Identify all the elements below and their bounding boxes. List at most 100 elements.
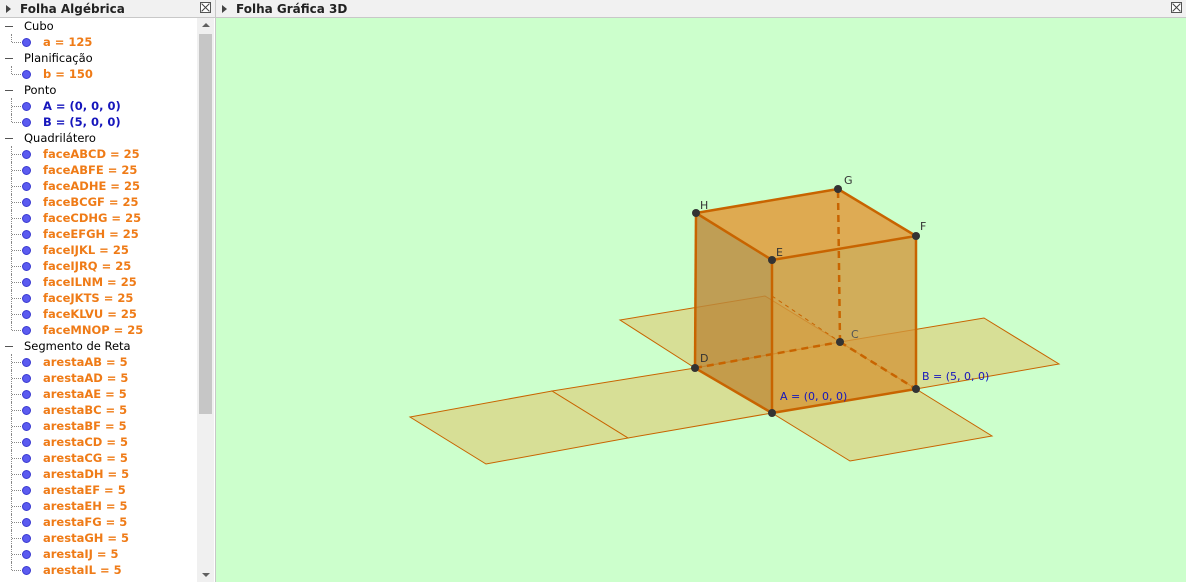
algebra-item-label[interactable]: arestaBC = 5 bbox=[43, 402, 127, 418]
point-D[interactable] bbox=[691, 364, 699, 372]
category-row[interactable]: Ponto bbox=[0, 82, 197, 98]
scrollbar-thumb[interactable] bbox=[199, 34, 212, 414]
visibility-toggle-icon[interactable] bbox=[22, 230, 31, 239]
algebra-item-label[interactable]: arestaAB = 5 bbox=[43, 354, 128, 370]
algebra-item[interactable]: arestaEH = 5 bbox=[0, 498, 197, 514]
algebra-item[interactable]: faceADHE = 25 bbox=[0, 178, 197, 194]
algebra-item[interactable]: faceABFE = 25 bbox=[0, 162, 197, 178]
visibility-toggle-icon[interactable] bbox=[22, 390, 31, 399]
point-C[interactable] bbox=[836, 338, 844, 346]
algebra-item[interactable]: faceCDHG = 25 bbox=[0, 210, 197, 226]
collapse-triangle-icon[interactable] bbox=[222, 4, 227, 13]
cube[interactable] bbox=[693, 187, 918, 415]
visibility-toggle-icon[interactable] bbox=[22, 310, 31, 319]
algebra-item-label[interactable]: b = 150 bbox=[43, 66, 93, 82]
algebra-item-label[interactable]: arestaAE = 5 bbox=[43, 386, 127, 402]
visibility-toggle-icon[interactable] bbox=[22, 358, 31, 367]
algebra-item-label[interactable]: faceBCGF = 25 bbox=[43, 194, 139, 210]
algebra-item[interactable]: arestaCG = 5 bbox=[0, 450, 197, 466]
visibility-toggle-icon[interactable] bbox=[22, 550, 31, 559]
visibility-toggle-icon[interactable] bbox=[22, 486, 31, 495]
algebra-item-label[interactable]: arestaEH = 5 bbox=[43, 498, 127, 514]
algebra-item-label[interactable]: faceEFGH = 25 bbox=[43, 226, 139, 242]
algebra-item[interactable]: faceBCGF = 25 bbox=[0, 194, 197, 210]
3d-view-canvas[interactable]: A = (0, 0, 0) B = (5, 0, 0) C D E F G H bbox=[216, 18, 1186, 582]
algebra-item[interactable]: arestaIJ = 5 bbox=[0, 546, 197, 562]
algebra-scrollbar[interactable] bbox=[197, 18, 214, 582]
graphics-titlebar[interactable]: Folha Gráfica 3D bbox=[216, 0, 1186, 18]
category-row[interactable]: Segmento de Reta bbox=[0, 338, 197, 354]
algebra-item[interactable]: B = (5, 0, 0) bbox=[0, 114, 197, 130]
algebra-item[interactable]: arestaCD = 5 bbox=[0, 434, 197, 450]
algebra-item[interactable]: faceJKTS = 25 bbox=[0, 290, 197, 306]
visibility-toggle-icon[interactable] bbox=[22, 278, 31, 287]
point-H[interactable] bbox=[692, 209, 700, 217]
algebra-item-label[interactable]: faceIJKL = 25 bbox=[43, 242, 129, 258]
visibility-toggle-icon[interactable] bbox=[22, 294, 31, 303]
visibility-toggle-icon[interactable] bbox=[22, 246, 31, 255]
algebra-item-label[interactable]: arestaFG = 5 bbox=[43, 514, 127, 530]
category-row[interactable]: Cubo bbox=[0, 18, 197, 34]
visibility-toggle-icon[interactable] bbox=[22, 214, 31, 223]
algebra-item-label[interactable]: arestaGH = 5 bbox=[43, 530, 129, 546]
algebra-titlebar[interactable]: Folha Algébrica bbox=[0, 0, 215, 18]
point-B[interactable] bbox=[912, 385, 920, 393]
visibility-toggle-icon[interactable] bbox=[22, 454, 31, 463]
algebra-item-label[interactable]: faceMNOP = 25 bbox=[43, 322, 143, 338]
algebra-item-label[interactable]: a = 125 bbox=[43, 34, 92, 50]
visibility-toggle-icon[interactable] bbox=[22, 326, 31, 335]
algebra-item-label[interactable]: arestaCD = 5 bbox=[43, 434, 128, 450]
algebra-item[interactable]: faceEFGH = 25 bbox=[0, 226, 197, 242]
edge-DH[interactable] bbox=[693, 212, 698, 369]
visibility-toggle-icon[interactable] bbox=[22, 566, 31, 575]
algebra-item-label[interactable]: arestaAD = 5 bbox=[43, 370, 128, 386]
algebra-item-label[interactable]: arestaCG = 5 bbox=[43, 450, 128, 466]
algebra-item-label[interactable]: faceKLVU = 25 bbox=[43, 306, 137, 322]
algebra-item[interactable]: a = 125 bbox=[0, 34, 197, 50]
collapse-minus-icon[interactable] bbox=[5, 346, 13, 347]
visibility-toggle-icon[interactable] bbox=[22, 102, 31, 111]
visibility-toggle-icon[interactable] bbox=[22, 374, 31, 383]
visibility-toggle-icon[interactable] bbox=[22, 198, 31, 207]
algebra-item[interactable]: arestaAE = 5 bbox=[0, 386, 197, 402]
algebra-item[interactable]: arestaIL = 5 bbox=[0, 562, 197, 578]
category-row[interactable]: Quadrilátero bbox=[0, 130, 197, 146]
visibility-toggle-icon[interactable] bbox=[22, 406, 31, 415]
algebra-item-label[interactable]: arestaEF = 5 bbox=[43, 482, 126, 498]
graphics-3d-panel[interactable]: Folha Gráfica 3D A = (0, 0, 0) B = (5, 0… bbox=[216, 0, 1186, 582]
scroll-up-arrow-icon[interactable] bbox=[202, 23, 210, 27]
algebra-item[interactable]: faceIJKL = 25 bbox=[0, 242, 197, 258]
algebra-item-label[interactable]: B = (5, 0, 0) bbox=[43, 114, 121, 130]
collapse-minus-icon[interactable] bbox=[5, 90, 13, 91]
visibility-toggle-icon[interactable] bbox=[22, 438, 31, 447]
point-G[interactable] bbox=[834, 185, 842, 193]
algebra-item-label[interactable]: faceABCD = 25 bbox=[43, 146, 140, 162]
algebra-item[interactable]: arestaDH = 5 bbox=[0, 466, 197, 482]
algebra-item[interactable]: arestaAD = 5 bbox=[0, 370, 197, 386]
visibility-toggle-icon[interactable] bbox=[22, 38, 31, 47]
visibility-toggle-icon[interactable] bbox=[22, 150, 31, 159]
algebra-item-label[interactable]: faceABFE = 25 bbox=[43, 162, 137, 178]
algebra-item[interactable]: A = (0, 0, 0) bbox=[0, 98, 197, 114]
visibility-toggle-icon[interactable] bbox=[22, 422, 31, 431]
algebra-item-label[interactable]: arestaIJ = 5 bbox=[43, 546, 119, 562]
algebra-item[interactable]: faceKLVU = 25 bbox=[0, 306, 197, 322]
algebra-item[interactable]: arestaGH = 5 bbox=[0, 530, 197, 546]
algebra-item[interactable]: b = 150 bbox=[0, 66, 197, 82]
visibility-toggle-icon[interactable] bbox=[22, 182, 31, 191]
algebra-item[interactable]: faceMNOP = 25 bbox=[0, 322, 197, 338]
visibility-toggle-icon[interactable] bbox=[22, 534, 31, 543]
scroll-down-arrow-icon[interactable] bbox=[202, 573, 210, 577]
point-E[interactable] bbox=[768, 256, 776, 264]
collapse-minus-icon[interactable] bbox=[5, 58, 13, 59]
algebra-item-label[interactable]: faceIJRQ = 25 bbox=[43, 258, 131, 274]
close-icon[interactable] bbox=[200, 2, 211, 13]
point-A[interactable] bbox=[768, 409, 776, 417]
algebra-item[interactable]: arestaBC = 5 bbox=[0, 402, 197, 418]
category-row[interactable]: Planificação bbox=[0, 50, 197, 66]
algebra-item[interactable]: arestaEF = 5 bbox=[0, 482, 197, 498]
algebra-item-label[interactable]: faceCDHG = 25 bbox=[43, 210, 141, 226]
visibility-toggle-icon[interactable] bbox=[22, 518, 31, 527]
algebra-item[interactable]: faceIJRQ = 25 bbox=[0, 258, 197, 274]
algebra-item[interactable]: faceABCD = 25 bbox=[0, 146, 197, 162]
